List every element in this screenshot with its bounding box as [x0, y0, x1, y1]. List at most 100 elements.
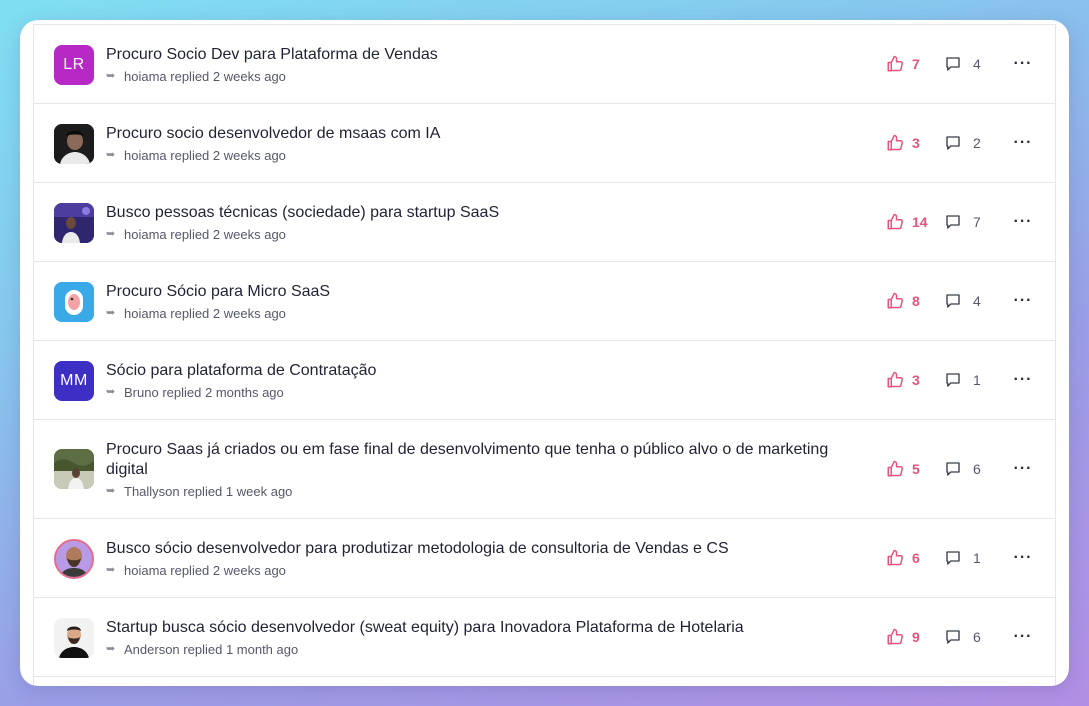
more-options-icon[interactable]: ···: [999, 128, 1047, 158]
comment-icon: [946, 57, 960, 71]
avatar-initials: MM: [60, 372, 88, 389]
topic-title[interactable]: Procuro Sócio para Micro SaaS: [106, 282, 866, 302]
like-count: 14: [912, 214, 928, 230]
more-options-icon[interactable]: ···: [999, 365, 1047, 395]
more-options-icon[interactable]: ···: [999, 454, 1047, 484]
avatar[interactable]: LR: [54, 45, 94, 85]
topic-title[interactable]: Procuro socio desenvolvedor de msaas com…: [106, 124, 866, 144]
reply-time: 1 month ago: [225, 642, 299, 657]
replier-name[interactable]: hoiama: [124, 562, 167, 579]
comment-count: 1: [973, 372, 981, 388]
comment-button[interactable]: 6: [944, 628, 999, 646]
replied-label: replied: [170, 227, 210, 242]
topic-meta: ➥ Anderson replied 1 month ago: [106, 641, 866, 658]
like-count: 5: [912, 461, 920, 477]
more-options-icon[interactable]: ···: [999, 622, 1047, 652]
avatar-logo: [54, 282, 94, 322]
reply-arrow-icon: ➥: [106, 485, 116, 497]
reply-arrow-icon: ➥: [106, 149, 116, 161]
replied-label: replied: [162, 385, 202, 400]
like-button[interactable]: 6: [886, 549, 944, 567]
topic-list-card: LR Procuro Socio Dev para Plataforma de …: [20, 20, 1069, 686]
replied-label: replied: [183, 484, 223, 499]
avatar[interactable]: [54, 618, 94, 658]
like-button[interactable]: 14: [886, 213, 944, 231]
replier-name[interactable]: Bruno: [124, 384, 159, 401]
like-button[interactable]: 9: [886, 628, 944, 646]
comment-icon: [946, 551, 960, 565]
thumbs-up-icon: [887, 549, 903, 566]
comment-button[interactable]: 4: [944, 292, 999, 310]
avatar[interactable]: [54, 539, 94, 579]
more-options-icon[interactable]: ···: [999, 543, 1047, 573]
topic-title[interactable]: Procuro Socio Dev para Plataforma de Ven…: [106, 45, 866, 65]
more-options-icon[interactable]: ···: [999, 207, 1047, 237]
reply-time: 2 weeks ago: [212, 227, 286, 242]
reply-time: 2 months ago: [204, 385, 284, 400]
like-button[interactable]: 3: [886, 134, 944, 152]
comment-button[interactable]: 1: [944, 371, 999, 389]
avatar[interactable]: MM: [54, 361, 94, 401]
replier-name[interactable]: hoiama: [124, 305, 167, 322]
comment-button[interactable]: 7: [944, 213, 999, 231]
topic-row[interactable]: Busco pessoas técnicas (sociedade) para …: [34, 183, 1055, 262]
topic-title[interactable]: Procuro Saas já criados ou em fase final…: [106, 440, 866, 480]
comment-icon: [946, 373, 960, 387]
topic-title[interactable]: Sócio para plataforma de Contratação: [106, 361, 866, 381]
replier-name[interactable]: hoiama: [124, 147, 167, 164]
replied-label: replied: [170, 69, 210, 84]
like-count: 7: [912, 56, 920, 72]
topic-row[interactable]: Startup busca sócio desenvolvedor (sweat…: [34, 598, 1055, 677]
comment-count: 4: [973, 56, 981, 72]
thumbs-up-icon: [887, 371, 903, 388]
topic-title[interactable]: Startup busca sócio desenvolvedor (sweat…: [106, 618, 866, 638]
comment-button[interactable]: 1: [944, 549, 999, 567]
reply-arrow-icon: ➥: [106, 70, 116, 82]
replier-name[interactable]: Thallyson: [124, 483, 180, 500]
comment-button[interactable]: 4: [944, 55, 999, 73]
like-button[interactable]: 5: [886, 460, 944, 478]
replied-label: replied: [170, 563, 210, 578]
reply-time: 1 week ago: [225, 484, 293, 499]
avatar[interactable]: [54, 203, 94, 243]
comment-button[interactable]: 6: [944, 460, 999, 478]
reply-time: 2 weeks ago: [212, 563, 286, 578]
like-button[interactable]: 8: [886, 292, 944, 310]
thumbs-up-icon: [887, 213, 903, 230]
like-button[interactable]: 3: [886, 371, 944, 389]
avatar[interactable]: [54, 449, 94, 489]
comment-icon: [946, 294, 960, 308]
topic-meta: ➥ Thallyson replied 1 week ago: [106, 483, 866, 500]
reply-arrow-icon: ➥: [106, 643, 116, 655]
replier-name[interactable]: Anderson: [124, 641, 180, 658]
avatar[interactable]: [54, 282, 94, 322]
topic-row[interactable]: MM Sócio para plataforma de Contratação …: [34, 341, 1055, 420]
topic-row[interactable]: Busco sócio desenvolvedor para produtiza…: [34, 519, 1055, 598]
topic-title[interactable]: Busco sócio desenvolvedor para produtiza…: [106, 539, 866, 559]
avatar[interactable]: [54, 124, 94, 164]
comment-count: 2: [973, 135, 981, 151]
like-button[interactable]: 7: [886, 55, 944, 73]
topic-row[interactable]: Procuro Sócio para Micro SaaS ➥ hoiama r…: [34, 262, 1055, 341]
topic-meta: ➥ hoiama replied 2 weeks ago: [106, 226, 866, 243]
topic-title[interactable]: Busco pessoas técnicas (sociedade) para …: [106, 203, 866, 223]
reply-time: 2 weeks ago: [212, 306, 286, 321]
like-count: 8: [912, 293, 920, 309]
topic-meta: ➥ hoiama replied 2 weeks ago: [106, 68, 866, 85]
reply-arrow-icon: ➥: [106, 386, 116, 398]
more-options-icon[interactable]: ···: [999, 286, 1047, 316]
replied-label: replied: [170, 306, 210, 321]
topic-row[interactable]: Procuro Saas já criados ou em fase final…: [34, 420, 1055, 519]
comment-icon: [946, 462, 960, 476]
avatar-photo: [54, 618, 94, 658]
comment-button[interactable]: 2: [944, 134, 999, 152]
topic-row[interactable]: LR Procuro Socio Dev para Plataforma de …: [34, 25, 1055, 104]
replier-name[interactable]: hoiama: [124, 226, 167, 243]
thumbs-up-icon: [887, 292, 903, 309]
avatar-photo: [56, 541, 92, 577]
topic-meta: ➥ hoiama replied 2 weeks ago: [106, 562, 866, 579]
replier-name[interactable]: hoiama: [124, 68, 167, 85]
topic-row[interactable]: Procuro socio desenvolvedor de msaas com…: [34, 104, 1055, 183]
more-options-icon[interactable]: ···: [999, 49, 1047, 79]
avatar-initials: LR: [63, 56, 85, 73]
